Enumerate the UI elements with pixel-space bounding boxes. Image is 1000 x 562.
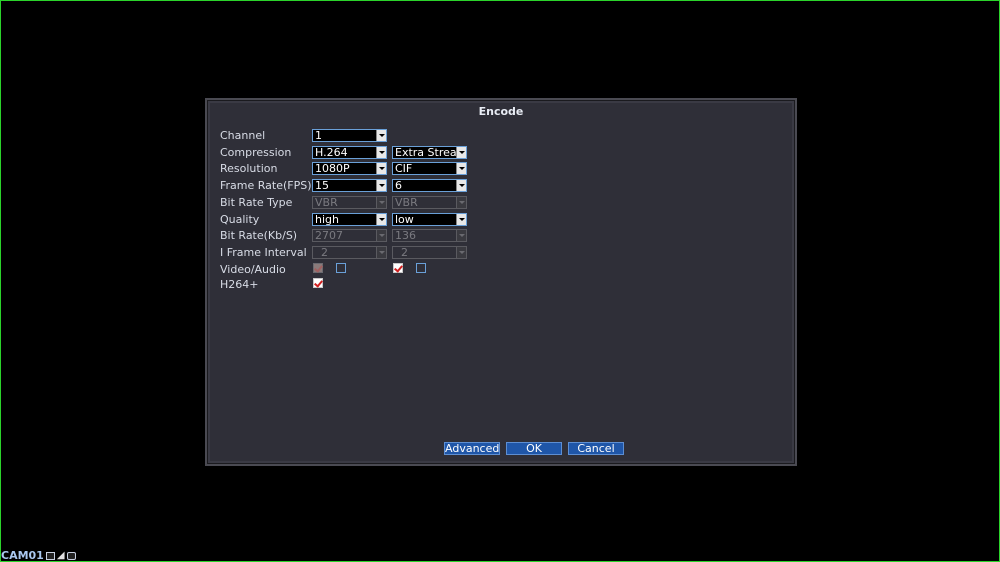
- chevron-down-icon[interactable]: [456, 147, 466, 158]
- frame-rate-main-select[interactable]: 15: [312, 179, 387, 192]
- bit-rate-extra-select: 136: [392, 229, 467, 242]
- bit-rate-type-main-value: VBR: [315, 196, 338, 209]
- channel-value: 1: [315, 129, 322, 142]
- resolution-extra-value: CIF: [395, 162, 413, 175]
- bit-rate-main-value: 2707: [315, 229, 343, 242]
- chevron-down-icon: [376, 247, 386, 258]
- i-frame-main-select: 2: [312, 246, 387, 259]
- chevron-down-icon[interactable]: [376, 180, 386, 191]
- i-frame-label: I Frame Interval: [220, 246, 307, 259]
- h264plus-checkbox[interactable]: [313, 278, 323, 288]
- chevron-down-icon: [376, 197, 386, 208]
- main-audio-checkbox[interactable]: [336, 263, 346, 273]
- channel-label: Channel: [220, 129, 266, 142]
- bit-rate-type-main-select: VBR: [312, 196, 387, 209]
- i-frame-extra-value: 2: [401, 246, 408, 259]
- frame-rate-extra-select[interactable]: 6: [392, 179, 467, 192]
- channel-select[interactable]: 1: [312, 129, 387, 142]
- chevron-down-icon: [456, 247, 466, 258]
- main-video-checkbox: [313, 263, 323, 273]
- quality-extra-select[interactable]: low: [392, 213, 467, 226]
- frame-rate-extra-value: 6: [395, 179, 402, 192]
- h264plus-label: H264+: [220, 278, 259, 291]
- frame-rate-label: Frame Rate(FPS): [220, 179, 312, 192]
- chevron-down-icon[interactable]: [456, 163, 466, 174]
- chevron-down-icon[interactable]: [376, 163, 386, 174]
- bit-rate-type-extra-value: VBR: [395, 196, 418, 209]
- dialog-body: Encode Channel 1 Compression H.264 Extra…: [210, 103, 792, 461]
- advanced-button[interactable]: Advanced: [444, 442, 500, 455]
- quality-main-value: high: [315, 213, 339, 226]
- chevron-down-icon[interactable]: [376, 214, 386, 225]
- video-audio-label: Video/Audio: [220, 263, 286, 276]
- chevron-down-icon: [456, 197, 466, 208]
- chevron-down-icon: [456, 230, 466, 241]
- camera-status-bar: CAM01 ◢: [1, 549, 76, 562]
- chevron-down-icon[interactable]: [456, 214, 466, 225]
- resolution-label: Resolution: [220, 162, 278, 175]
- record-icon: [45, 551, 55, 560]
- bit-rate-main-select: 2707: [312, 229, 387, 242]
- chevron-down-icon: [376, 230, 386, 241]
- cancel-button[interactable]: Cancel: [568, 442, 624, 455]
- ok-button[interactable]: OK: [506, 442, 562, 455]
- chevron-down-icon[interactable]: [376, 147, 386, 158]
- quality-main-select[interactable]: high: [312, 213, 387, 226]
- bit-rate-label: Bit Rate(Kb/S): [220, 229, 298, 242]
- resolution-extra-select[interactable]: CIF: [392, 162, 467, 175]
- camera-icon: [66, 551, 76, 560]
- encode-dialog: Encode Channel 1 Compression H.264 Extra…: [205, 98, 797, 466]
- bit-rate-type-extra-select: VBR: [392, 196, 467, 209]
- bit-rate-type-label: Bit Rate Type: [220, 196, 293, 209]
- bit-rate-extra-value: 136: [395, 229, 416, 242]
- resolution-main-value: 1080P: [315, 162, 350, 175]
- frame-rate-main-value: 15: [315, 179, 329, 192]
- compression-select[interactable]: H.264: [312, 146, 387, 159]
- quality-label: Quality: [220, 213, 260, 226]
- extra-audio-checkbox[interactable]: [416, 263, 426, 273]
- quality-extra-value: low: [395, 213, 414, 226]
- i-frame-extra-select: 2: [392, 246, 467, 259]
- camera-name: CAM01: [1, 549, 44, 562]
- speaker-icon: ◢: [56, 550, 65, 561]
- stream-select[interactable]: Extra Stream: [392, 146, 467, 159]
- i-frame-main-value: 2: [321, 246, 328, 259]
- dialog-title: Encode: [478, 105, 524, 118]
- compression-label: Compression: [220, 146, 292, 159]
- chevron-down-icon[interactable]: [376, 130, 386, 141]
- extra-video-checkbox[interactable]: [393, 263, 403, 273]
- chevron-down-icon[interactable]: [456, 180, 466, 191]
- compression-value: H.264: [315, 146, 348, 159]
- resolution-main-select[interactable]: 1080P: [312, 162, 387, 175]
